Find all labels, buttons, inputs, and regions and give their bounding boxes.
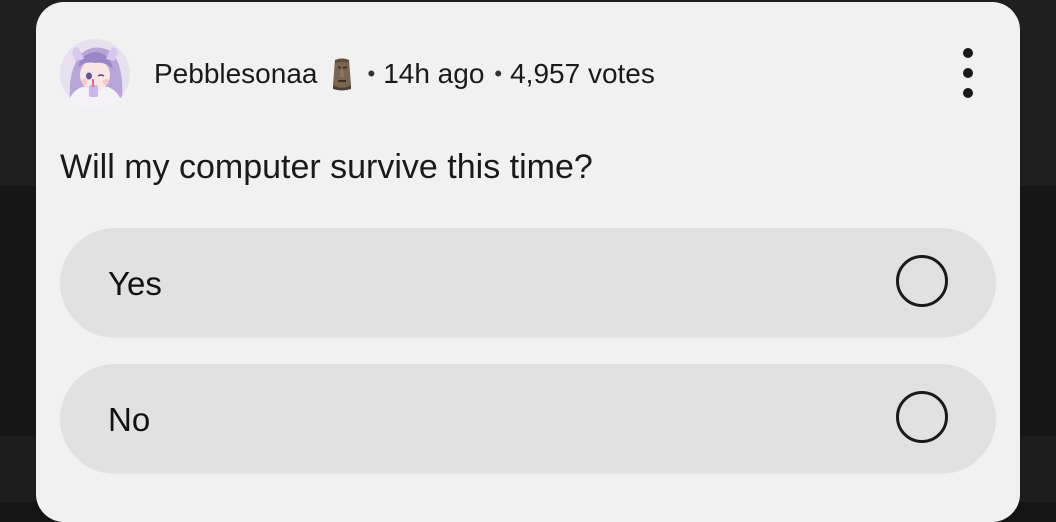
- radio-circle-icon[interactable]: [896, 255, 948, 307]
- post-time: 14h ago: [383, 58, 485, 89]
- post-meta: Pebblesonaa • 14h ago • 4,957 votes: [154, 57, 655, 91]
- meta-separator: •: [494, 61, 503, 86]
- avatar-image: [60, 39, 130, 109]
- meta-separator: •: [367, 61, 376, 86]
- avatar[interactable]: [60, 39, 130, 109]
- poll-option-label: No: [108, 401, 151, 438]
- post-header: Pebblesonaa • 14h ago • 4,957 votes: [60, 38, 655, 110]
- more-options-button[interactable]: [960, 48, 976, 98]
- poll-question: Will my computer survive this time?: [60, 148, 593, 186]
- vote-count: 4,957 votes: [510, 58, 655, 89]
- poll-option-no[interactable]: No: [60, 364, 996, 474]
- moai-emoji-icon: [329, 57, 355, 91]
- more-vertical-icon-dot: [963, 48, 973, 58]
- poll-post-card: Pebblesonaa • 14h ago • 4,957 votes Will…: [36, 2, 1020, 522]
- radio-circle-icon[interactable]: [896, 391, 948, 443]
- poll-option-yes[interactable]: Yes: [60, 228, 996, 338]
- more-vertical-icon-dot: [963, 68, 973, 78]
- more-vertical-icon-dot: [963, 88, 973, 98]
- poll-option-label: Yes: [108, 265, 162, 302]
- author-name[interactable]: Pebblesonaa: [154, 58, 317, 90]
